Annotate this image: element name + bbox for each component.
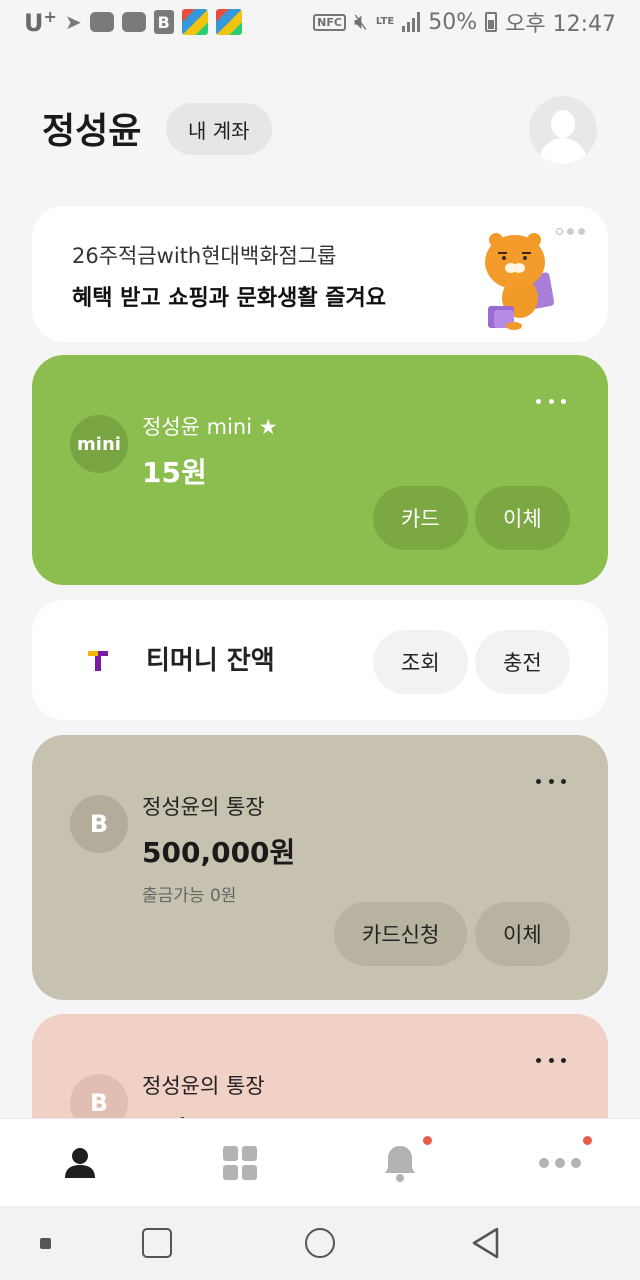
more-options-icon[interactable]: [536, 775, 566, 787]
charge-button[interactable]: 충전: [475, 630, 570, 694]
promo-subtitle: 26주적금with현대백화점그룹: [72, 244, 337, 268]
clock: 오후 12:47: [505, 12, 616, 37]
transfer-button[interactable]: 이체: [475, 486, 570, 550]
account-name: 정성윤의 통장: [142, 795, 265, 819]
tab-accounts[interactable]: [0, 1119, 160, 1207]
notification-badge: [423, 1136, 432, 1145]
recents-button[interactable]: [142, 1228, 172, 1258]
mini-logo-icon: mini: [70, 415, 128, 473]
card-button[interactable]: 카드: [373, 486, 468, 550]
more-options-icon[interactable]: [536, 1054, 566, 1066]
status-bar: U+ ➤ B NFC 🔇︎ LTE 50% 오후 12:47: [0, 0, 640, 44]
mini-account-card[interactable]: mini 정성윤 mini ★ 15원 카드 이체: [32, 355, 608, 585]
transfer-button[interactable]: 이체: [475, 902, 570, 966]
bell-icon: [385, 1146, 415, 1182]
youtube-icon: [89, 12, 114, 32]
account-balance: 500,000원: [142, 836, 296, 869]
bank-account-card[interactable]: B 정성윤의 통장 500,000원 출금가능 0원 카드신청 이체: [32, 735, 608, 1000]
tmoney-card[interactable]: 티머니 잔액 조회 충전: [32, 600, 608, 720]
tab-notifications[interactable]: [320, 1119, 480, 1207]
carousel-dot: [567, 228, 574, 235]
my-accounts-button[interactable]: 내 계좌: [166, 103, 272, 155]
speed-icon: [181, 9, 208, 35]
more-badge: [583, 1136, 592, 1145]
header: 정성윤 내 계좌: [0, 96, 640, 164]
card-apply-button[interactable]: 카드신청: [334, 902, 468, 966]
signal-icon: [402, 12, 421, 32]
account-balance: 15원: [142, 456, 207, 489]
bottom-tab-bar: [0, 1118, 640, 1206]
account-name: 정성윤의 통장: [142, 1074, 265, 1098]
carrier-label: U+: [24, 7, 57, 37]
more-options-icon[interactable]: [536, 395, 566, 407]
recent-dot-icon[interactable]: [40, 1238, 51, 1249]
b-icon: B: [153, 10, 174, 34]
mute-icon: 🔇︎: [353, 9, 368, 35]
battery-icon: [485, 12, 498, 32]
youtube-icon: [121, 12, 146, 32]
account-name: 정성윤 mini ★: [142, 415, 278, 439]
telegram-icon: ➤: [64, 10, 82, 34]
speed-icon: [215, 9, 242, 35]
bank-logo-icon: B: [70, 795, 128, 853]
tmoney-logo-icon: [88, 651, 108, 671]
nfc-icon: NFC: [313, 13, 346, 31]
withdrawable-amount: 출금가능 0원: [142, 886, 237, 906]
avatar-head: [551, 110, 575, 138]
back-button[interactable]: [470, 1226, 500, 1260]
battery-percent: 50%: [428, 9, 478, 35]
tmoney-label: 티머니 잔액: [146, 646, 275, 676]
tab-menu[interactable]: [160, 1119, 320, 1207]
home-button[interactable]: [305, 1228, 335, 1258]
page-title: 정성윤: [42, 111, 142, 152]
promo-title: 혜택 받고 쇼핑과 문화생활 즐겨요: [72, 286, 386, 311]
ryan-character-icon: [485, 233, 555, 330]
lte-icon: LTE: [375, 16, 395, 27]
avatar[interactable]: [529, 96, 597, 164]
avatar-body: [539, 138, 587, 164]
grid-icon: [223, 1146, 257, 1180]
tab-more[interactable]: [480, 1119, 640, 1207]
system-navigation-bar: [0, 1206, 640, 1280]
carousel-dot: [578, 228, 585, 235]
check-balance-button[interactable]: 조회: [373, 630, 468, 694]
person-icon: [65, 1148, 95, 1178]
more-icon: [539, 1158, 581, 1168]
promo-banner[interactable]: 26주적금with현대백화점그룹 혜택 받고 쇼핑과 문화생활 즐겨요: [32, 206, 608, 342]
